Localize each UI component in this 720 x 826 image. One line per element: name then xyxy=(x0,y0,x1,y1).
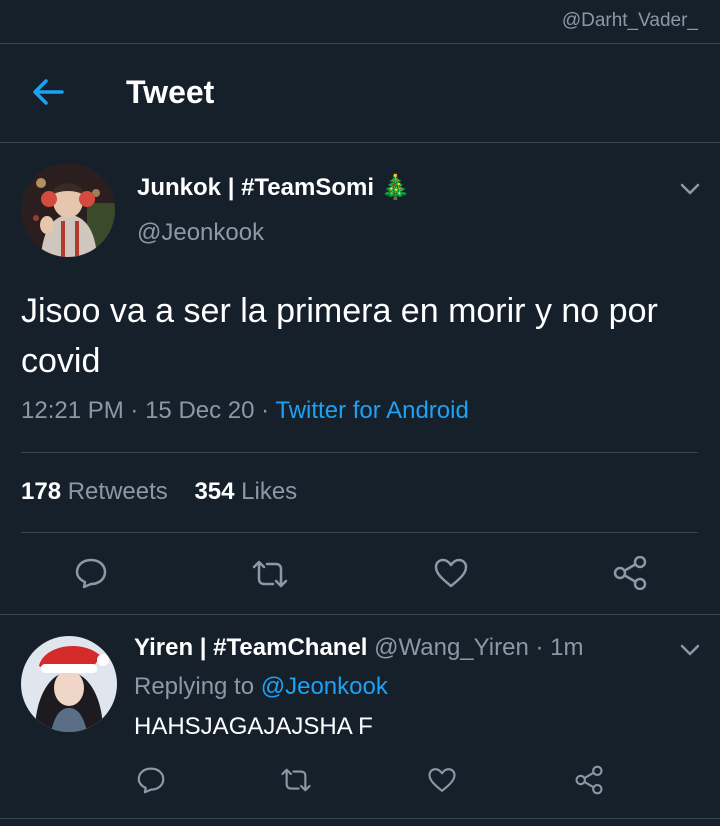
tweet-author-handle[interactable]: @Jeonkook xyxy=(137,219,264,247)
meta-separator: · xyxy=(130,397,139,424)
watermark: @Darht_Vader_ xyxy=(561,10,698,31)
reply-avatar[interactable] xyxy=(21,636,117,732)
reply-text: HAHSJAGAJAJSHA F xyxy=(134,713,373,740)
stats-top-divider xyxy=(21,452,698,453)
reply-icon[interactable] xyxy=(136,766,166,799)
avatar[interactable] xyxy=(21,163,115,257)
retweets-label: Retweets xyxy=(67,478,168,505)
tweet-bottom-divider xyxy=(0,614,720,615)
tweet-author-name[interactable]: Junkok | #TeamSomi 🎄 xyxy=(137,173,411,202)
reply-author-handle[interactable]: @Wang_Yiren xyxy=(374,634,529,661)
chevron-down-icon[interactable] xyxy=(680,643,700,657)
back-arrow-icon[interactable] xyxy=(30,77,66,107)
retweets-stat[interactable]: 178 Retweets xyxy=(21,478,168,505)
meta-separator: · xyxy=(535,634,544,661)
replying-to-handle[interactable]: @Jeonkook xyxy=(261,673,388,700)
reply-time: 1m xyxy=(550,634,584,661)
chevron-down-icon[interactable] xyxy=(680,182,700,196)
tweet-text: Jisoo va a ser la primera en morir y no … xyxy=(21,292,658,380)
tweet-source-link[interactable]: Twitter for Android xyxy=(275,397,468,424)
likes-count: 354 xyxy=(194,478,235,505)
reply-bottom-divider xyxy=(0,818,720,819)
replying-to: Replying to @Jeonkook xyxy=(134,673,388,701)
retweets-count: 178 xyxy=(21,478,62,505)
tweet-meta: 12:21 PM · 15 Dec 20 · Twitter for Andro… xyxy=(21,397,469,425)
meta-separator: · xyxy=(261,397,270,424)
tweet-time: 12:21 PM xyxy=(21,397,124,424)
retweet-icon[interactable] xyxy=(250,559,290,594)
header: Tweet xyxy=(0,44,720,142)
share-icon[interactable] xyxy=(574,765,604,800)
stats-bottom-divider xyxy=(21,532,698,533)
share-icon[interactable] xyxy=(612,555,648,595)
like-icon[interactable] xyxy=(433,557,469,594)
reply-icon[interactable] xyxy=(74,557,108,594)
tweet-date: 15 Dec 20 xyxy=(145,397,255,424)
like-icon[interactable] xyxy=(427,766,457,799)
header-divider xyxy=(0,142,720,143)
likes-stat[interactable]: 354 Likes xyxy=(194,478,297,505)
replying-to-label: Replying to xyxy=(134,673,255,700)
retweet-icon[interactable] xyxy=(279,767,313,798)
christmas-tree-icon: 🎄 xyxy=(380,174,411,201)
likes-label: Likes xyxy=(241,478,298,505)
tweet-stats: 178 Retweets 354 Likes xyxy=(21,478,297,506)
page-title: Tweet xyxy=(126,74,215,110)
reply-header: Yiren | #TeamChanel @Wang_Yiren · 1m xyxy=(134,634,583,662)
reply-author-name[interactable]: Yiren | #TeamChanel xyxy=(134,634,367,661)
